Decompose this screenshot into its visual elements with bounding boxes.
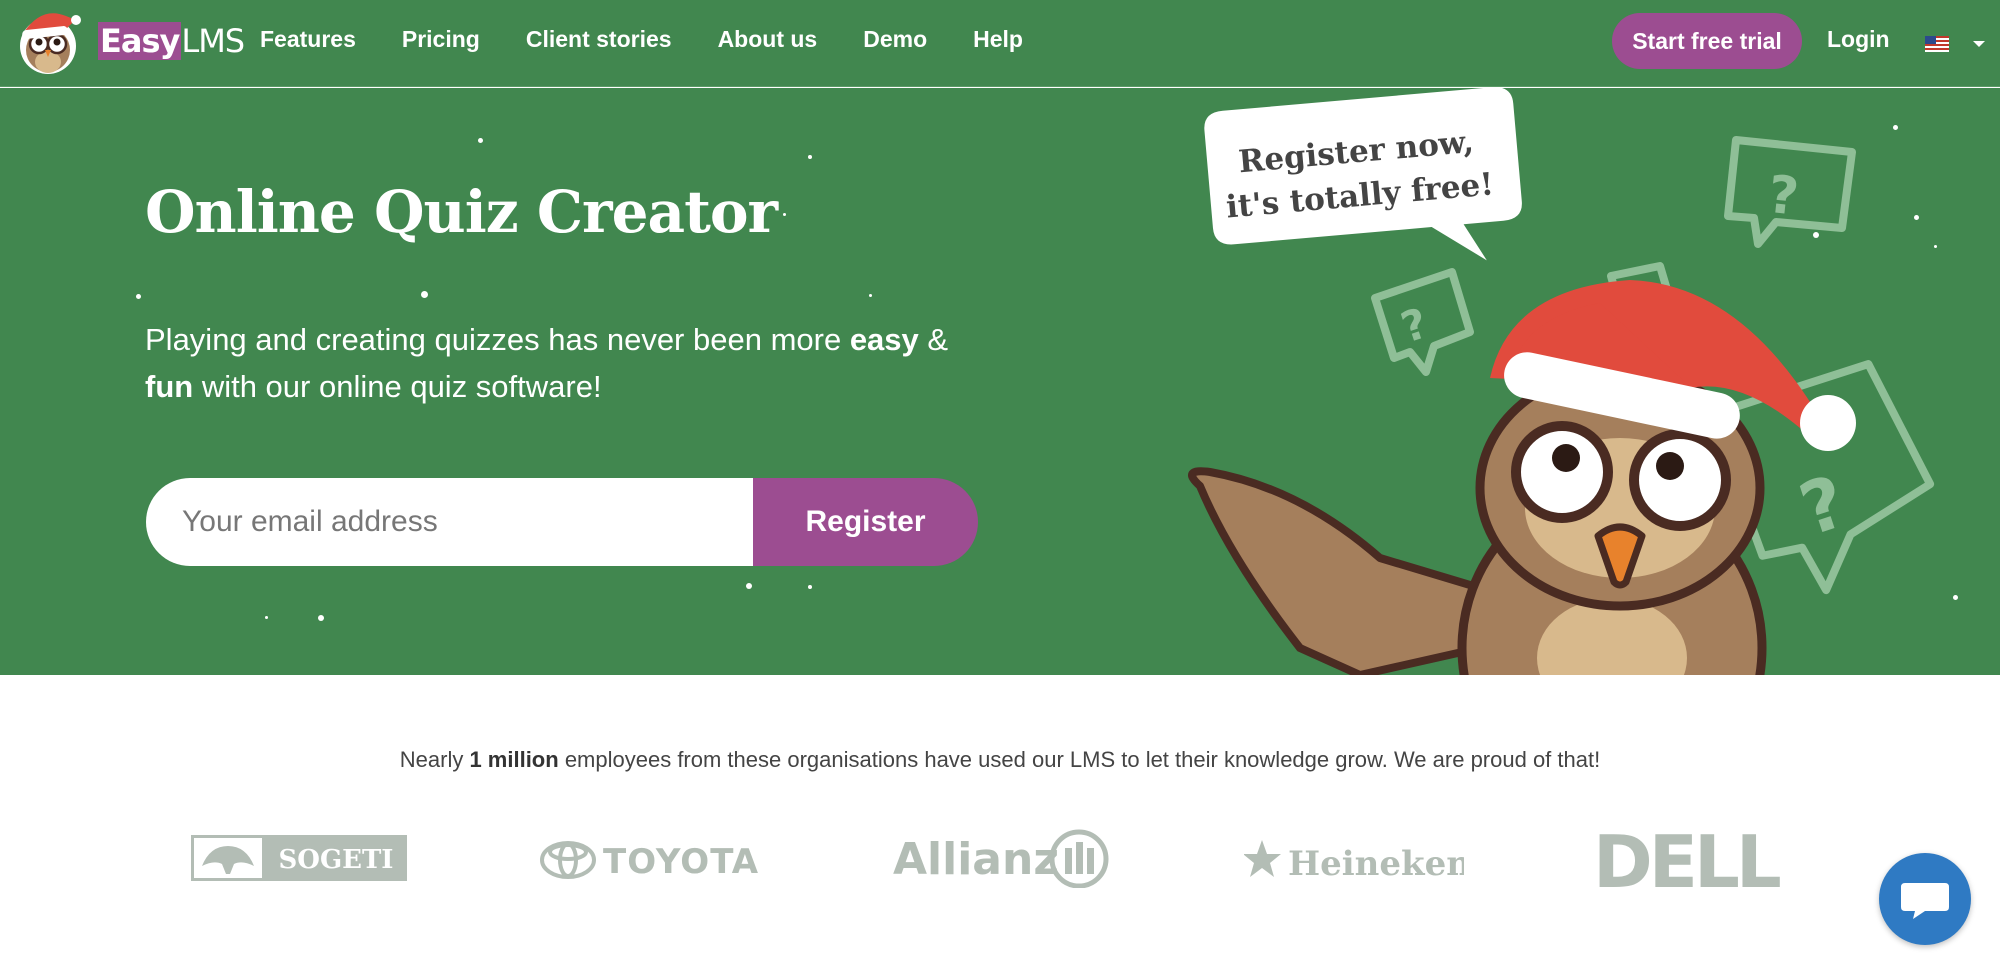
clients-text-2: employees from these organisations have …	[558, 747, 1601, 772]
register-button[interactable]: Register	[753, 478, 978, 566]
allianz-logo-text: Allianz	[893, 834, 1059, 885]
dell-logo: DELL	[1593, 825, 1784, 893]
logo-easy: Easy	[98, 22, 182, 60]
logo-text: EasyLMS	[98, 22, 245, 60]
snowflake	[478, 138, 483, 143]
snowflake	[421, 291, 428, 298]
us-flag-icon	[1925, 36, 1985, 52]
snowflake	[136, 294, 141, 299]
logo-lms: LMS	[181, 22, 245, 60]
svg-text:?: ?	[1790, 459, 1856, 552]
subtitle-bold-easy: easy	[849, 322, 919, 357]
signup-form: Register	[146, 478, 978, 566]
owl-santa-icon	[20, 13, 81, 74]
language-selector[interactable]	[1925, 34, 1987, 54]
nav-link-pricing[interactable]: Pricing	[402, 26, 480, 53]
subtitle-part-2: &	[918, 322, 949, 357]
subtitle-part-1: Playing and creating quizzes has never b…	[145, 322, 850, 357]
chevron-down-icon	[1973, 41, 1985, 47]
heineken-logo-text: Heineken	[1288, 844, 1464, 884]
snowflake	[869, 294, 872, 297]
toyota-logo-text: TOYOTA	[603, 842, 759, 882]
sogeti-logo: SOGETI	[191, 835, 407, 881]
snowflake	[783, 213, 786, 216]
subtitle-part-3: with our online quiz software!	[193, 369, 602, 404]
easylms-logo[interactable]: EasyLMS	[12, 4, 245, 76]
live-chat-button[interactable]	[1879, 853, 1971, 945]
nav-link-help[interactable]: Help	[973, 26, 1023, 53]
star-icon	[1244, 840, 1281, 877]
hero-subtitle: Playing and creating quizzes has never b…	[145, 316, 1005, 410]
page-title: Online Quiz Creator	[145, 178, 778, 246]
nav-link-about-us[interactable]: About us	[718, 26, 818, 53]
hero-section: Online Quiz Creator Playing and creating…	[0, 88, 2000, 675]
dell-logo-text: DELL	[1593, 825, 1780, 893]
heineken-logo: Heineken	[1244, 840, 1464, 884]
toyota-logo: TOYOTA	[540, 841, 759, 882]
svg-text:?: ?	[1395, 298, 1433, 352]
snowflake	[808, 585, 812, 589]
snowflake	[318, 615, 324, 621]
chat-icon	[1901, 883, 1949, 919]
clients-text-bold: 1 million	[469, 747, 559, 772]
nav-link-features[interactable]: Features	[260, 26, 356, 53]
sogeti-logo-text: SOGETI	[279, 845, 394, 875]
login-link[interactable]: Login	[1827, 26, 1890, 53]
subtitle-bold-fun: fun	[145, 369, 194, 404]
snowflake	[265, 616, 268, 619]
svg-text:?: ?	[1765, 165, 1801, 228]
email-field[interactable]	[146, 478, 766, 566]
allianz-logo: Allianz	[893, 829, 1109, 888]
start-free-trial-button[interactable]: Start free trial	[1612, 13, 1802, 69]
top-navbar: EasyLMS Features Pricing Client stories …	[0, 0, 2000, 87]
nav-link-client-stories[interactable]: Client stories	[526, 26, 672, 53]
nav-link-demo[interactable]: Demo	[863, 26, 927, 53]
snowflake	[808, 155, 812, 159]
clients-statement: Nearly 1 million employees from these or…	[0, 747, 2000, 773]
snowflake	[746, 583, 752, 589]
nav-links: Features Pricing Client stories About us…	[260, 26, 1069, 53]
clients-text-1: Nearly	[399, 747, 470, 772]
